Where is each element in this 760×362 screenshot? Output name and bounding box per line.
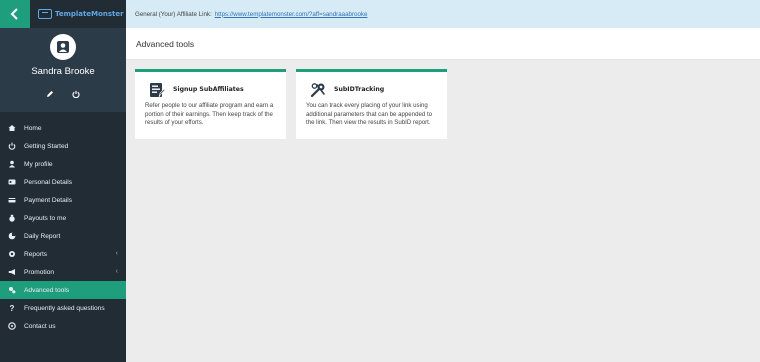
chart-icon — [8, 232, 16, 240]
user-icon — [8, 160, 16, 168]
logo[interactable]: TemplateMonster — [30, 0, 126, 28]
money-bag-icon — [8, 214, 16, 222]
contact-icon — [8, 322, 16, 330]
logo-icon — [38, 9, 52, 19]
sidebar-item-home[interactable]: Home — [0, 119, 126, 137]
user-avatar-icon — [57, 41, 69, 53]
sidebar-item-reports[interactable]: Reports ‹ — [0, 245, 126, 263]
affiliate-link-label: General (Your) Affiliate Link: — [135, 10, 212, 18]
sidebar-item-label: Daily Report — [24, 232, 61, 240]
profile-panel: Sandra Brooke — [0, 28, 126, 112]
card-title: SubIDTracking — [334, 86, 385, 93]
sidebar-item-label: Home — [24, 124, 42, 132]
home-icon — [8, 124, 16, 132]
sidebar-item-faq[interactable]: ? Frequently asked questions — [0, 299, 126, 317]
tools-icon — [8, 286, 16, 294]
affiliate-link[interactable]: https://www.templatemonster.com/?aff=san… — [215, 11, 368, 18]
sidebar-item-my-profile[interactable]: My profile — [0, 155, 126, 173]
sidebar-item-label: Payouts to me — [24, 214, 67, 222]
sidebar-item-label: Advanced tools — [24, 286, 70, 294]
sidebar-item-label: My profile — [24, 160, 53, 168]
megaphone-icon — [8, 268, 16, 276]
id-card-icon — [8, 178, 16, 186]
subid-tracking-card[interactable]: SubIDTracking You can track every placin… — [296, 69, 447, 139]
logout-icon[interactable] — [71, 89, 81, 99]
reports-icon — [8, 250, 16, 258]
page-header: Advanced tools — [126, 28, 760, 60]
question-icon: ? — [9, 303, 15, 313]
card-icon — [8, 196, 16, 204]
sidebar-item-label: Personal Details — [24, 178, 73, 186]
signup-form-icon — [149, 82, 165, 98]
sidebar-item-label: Promotion — [24, 268, 55, 276]
sidebar-item-label: Getting Started — [24, 142, 69, 150]
logo-text: TemplateMonster — [55, 10, 124, 18]
affiliate-link-bar: General (Your) Affiliate Link: https://w… — [126, 0, 760, 28]
sidebar-item-promotion[interactable]: Promotion ‹ — [0, 263, 126, 281]
sidebar-item-payment-details[interactable]: Payment Details — [0, 191, 126, 209]
chevron-left-icon: ‹ — [115, 268, 118, 275]
user-name: Sandra Brooke — [31, 66, 95, 77]
back-button[interactable] — [0, 0, 30, 28]
sidebar-item-advanced-tools[interactable]: Advanced tools — [0, 281, 126, 299]
chevron-left-icon: ‹ — [115, 250, 118, 257]
sidebar-item-getting-started[interactable]: Getting Started — [0, 137, 126, 155]
card-description: Refer people to our affiliate program an… — [145, 102, 274, 127]
sidebar: TemplateMonster Sandra Brooke Home Getti… — [0, 0, 126, 362]
card-title: Signup SubAffiliates — [173, 86, 244, 93]
card-description: You can track every placing of your link… — [306, 102, 433, 127]
sidebar-item-contact-us[interactable]: Contact us — [0, 317, 126, 335]
chevron-left-icon — [10, 8, 18, 20]
power-icon — [8, 142, 16, 150]
sidebar-item-payouts[interactable]: Payouts to me — [0, 209, 126, 227]
sidebar-item-label: Payment Details — [24, 196, 73, 204]
sidebar-item-label: Frequently asked questions — [24, 304, 105, 312]
sidebar-item-daily-report[interactable]: Daily Report — [0, 227, 126, 245]
avatar — [50, 34, 76, 60]
page-title: Advanced tools — [136, 38, 195, 49]
sidebar-item-label: Reports — [24, 250, 48, 258]
sidebar-item-personal-details[interactable]: Personal Details — [0, 173, 126, 191]
signup-subaffiliates-card[interactable]: Signup SubAffiliates Refer people to our… — [135, 69, 286, 139]
sidebar-item-label: Contact us — [24, 322, 56, 330]
tracking-tools-icon — [310, 82, 326, 98]
sidebar-menu: Home Getting Started My profile Personal… — [0, 119, 126, 335]
edit-profile-icon[interactable] — [45, 89, 55, 99]
